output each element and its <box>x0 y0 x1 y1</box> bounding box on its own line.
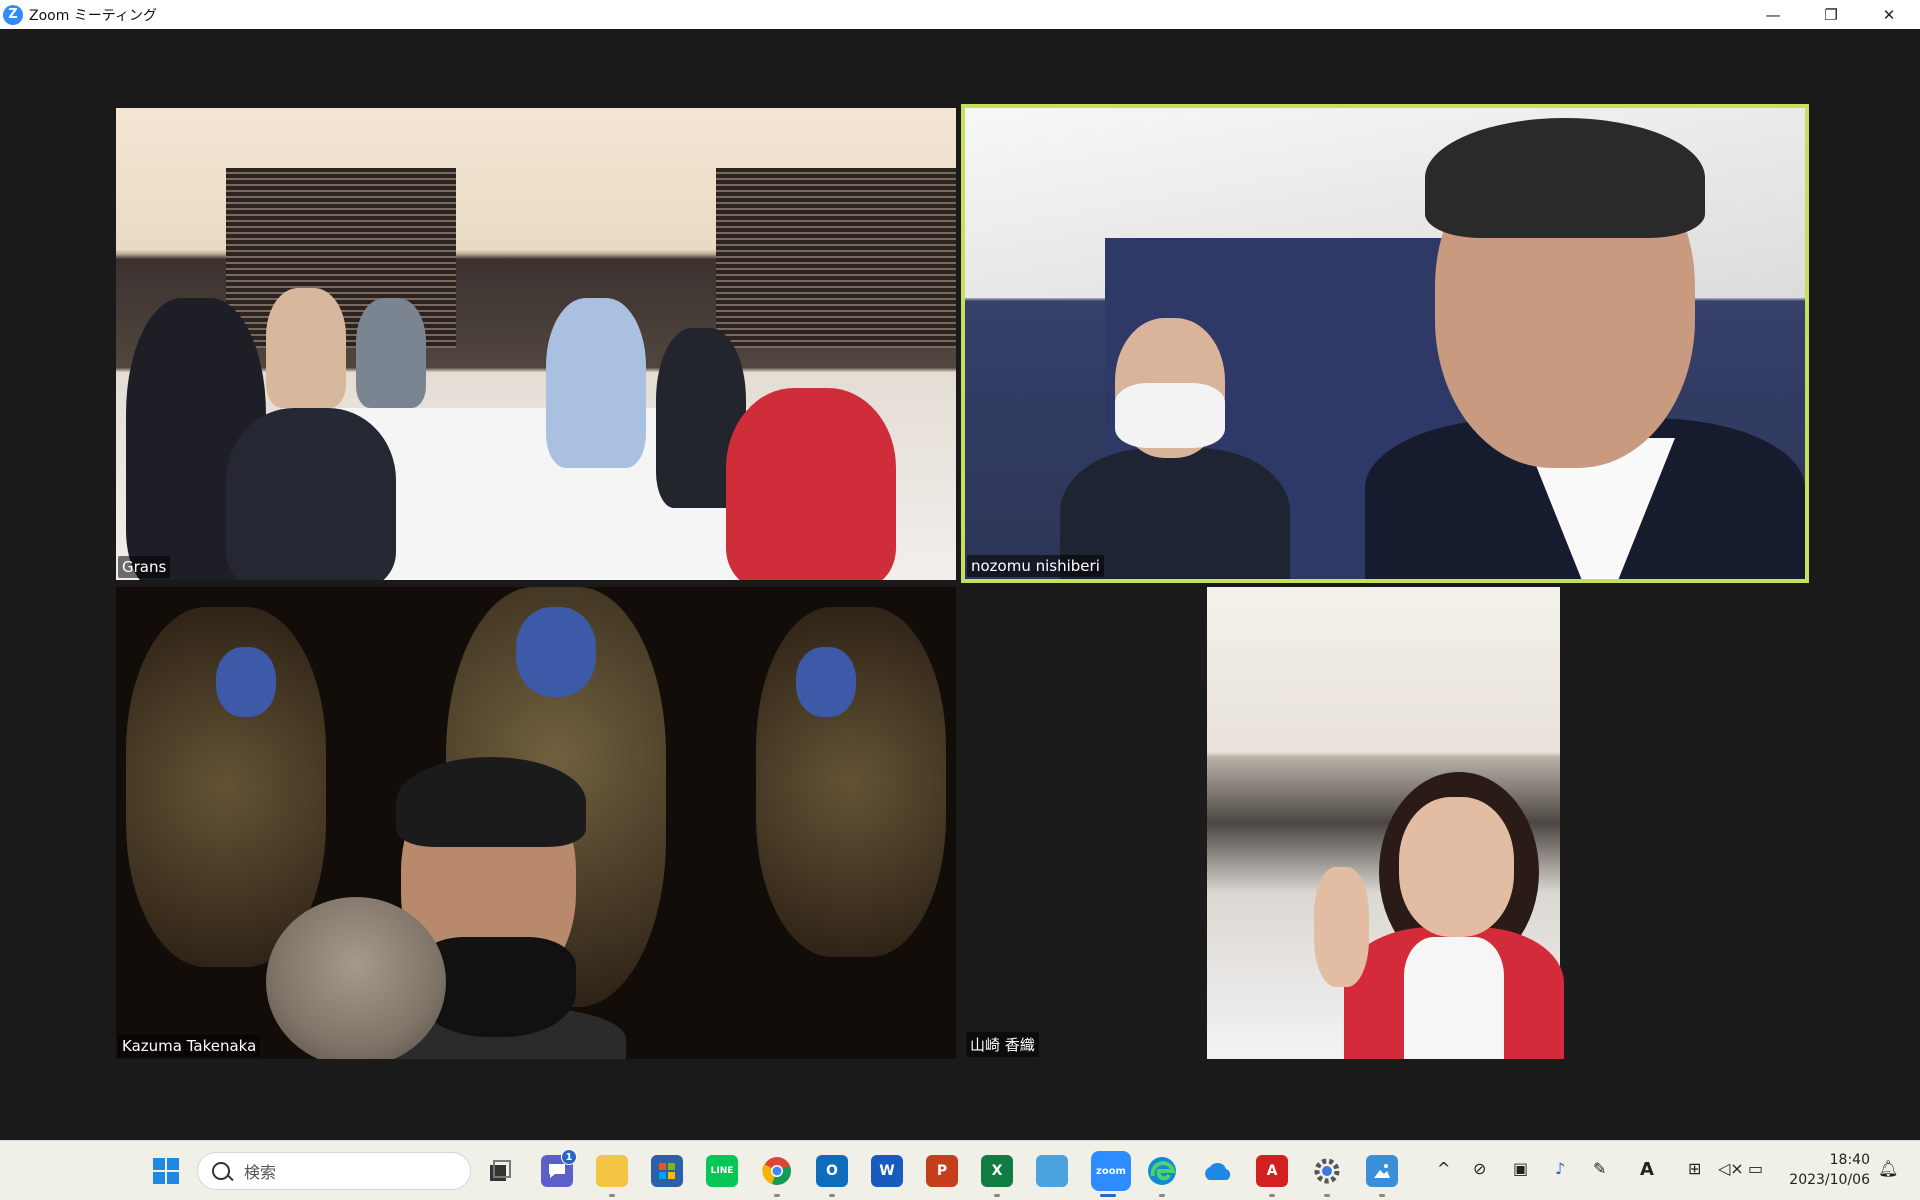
running-indicator <box>774 1194 780 1197</box>
zoom-logo-icon: Z <box>3 4 23 25</box>
clock[interactable]: 18:40 2023/10/06 <box>1785 1150 1870 1190</box>
hair <box>396 757 586 847</box>
title-bar: Z Zoom ミーティング — ❐ ✕ <box>0 0 1920 29</box>
cat <box>266 897 446 1059</box>
running-indicator <box>1324 1194 1330 1197</box>
teams-chat-icon[interactable]: 1 <box>541 1149 577 1187</box>
start-icon[interactable] <box>150 1155 182 1187</box>
search-icon <box>212 1162 230 1180</box>
participant-silhouette <box>226 408 396 580</box>
participant-name: Kazuma Takenaka <box>118 1035 261 1057</box>
hair <box>1425 118 1705 238</box>
microphone-icon[interactable]: ♪ <box>1555 1159 1565 1178</box>
control-panel-icon[interactable] <box>1036 1155 1068 1187</box>
chrome-icon[interactable] <box>761 1155 793 1187</box>
blocked-app-tray-icon[interactable]: ⊘ <box>1473 1159 1486 1178</box>
acrobat-icon[interactable]: A <box>1256 1155 1288 1187</box>
video-tile-nozomu-nishiberi[interactable]: nozomu nishiberi <box>961 104 1809 583</box>
taskbar: 検索 1 LINE O W P X zoom A ^ ⊘ ▣ ♪ ✎ A ⊞ ◁… <box>0 1140 1920 1200</box>
notification-bell-icon[interactable]: 🔔︎ <box>1878 1159 1898 1178</box>
face-mask <box>1115 383 1225 448</box>
network-icon[interactable]: ⊞ <box>1688 1159 1701 1178</box>
search-placeholder: 検索 <box>244 1163 277 1182</box>
onedrive-icon[interactable] <box>1201 1155 1233 1187</box>
powerpoint-icon[interactable]: P <box>926 1155 958 1187</box>
microsoft-store-icon[interactable] <box>651 1155 683 1187</box>
search-input[interactable]: 検索 <box>197 1152 471 1190</box>
edge-icon[interactable] <box>1146 1155 1178 1187</box>
close-button[interactable]: ✕ <box>1860 0 1918 29</box>
video-tile-kazuma-takenaka[interactable]: Kazuma Takenaka <box>116 587 956 1059</box>
minimize-button[interactable]: — <box>1744 0 1802 29</box>
running-indicator <box>994 1194 1000 1197</box>
participant-name: Grans <box>118 556 171 578</box>
statue-face <box>796 647 856 717</box>
video-tile-grans[interactable]: Grans <box>116 108 956 580</box>
ime-mode-icon[interactable]: A <box>1640 1159 1654 1180</box>
running-indicator <box>829 1194 835 1197</box>
task-view-icon[interactable] <box>484 1155 516 1187</box>
statue-face <box>216 647 276 717</box>
participant-silhouette <box>266 288 346 408</box>
window-blinds <box>716 168 956 348</box>
video-feed <box>116 587 956 1059</box>
window-title: Zoom ミーティング <box>29 7 157 24</box>
participant-name: nozomu nishiberi <box>967 555 1104 577</box>
gallery-view: Grans nozomu nishiberi Kazuma Takenaka 山… <box>0 29 1920 1140</box>
gift-tray-icon[interactable]: ▣ <box>1513 1159 1528 1178</box>
peace-sign-hand <box>1314 867 1369 987</box>
show-hidden-icons-chevron-icon[interactable]: ^ <box>1437 1159 1450 1178</box>
photos-icon[interactable] <box>1366 1155 1398 1187</box>
running-indicator <box>1159 1194 1165 1197</box>
video-feed <box>965 108 1805 579</box>
running-indicator <box>1269 1194 1275 1197</box>
video-tile-yamazaki-kaori[interactable]: 山崎 香織 <box>964 587 1804 1059</box>
running-indicator <box>1379 1194 1385 1197</box>
participant-name: 山崎 香織 <box>966 1032 1039 1057</box>
participant-silhouette <box>356 298 426 408</box>
active-indicator <box>1100 1194 1116 1197</box>
zoom-icon[interactable]: zoom <box>1091 1151 1131 1191</box>
restore-button[interactable]: ❐ <box>1802 0 1860 29</box>
video-feed <box>116 108 956 580</box>
participant-silhouette <box>546 298 646 468</box>
statue-face <box>516 607 596 697</box>
clock-date: 2023/10/06 <box>1789 1172 1870 1188</box>
volume-muted-icon[interactable]: ◁× <box>1718 1159 1744 1178</box>
word-icon[interactable]: W <box>871 1155 903 1187</box>
settings-icon[interactable] <box>1311 1155 1343 1187</box>
participant-silhouette <box>1399 797 1514 937</box>
running-indicator <box>609 1194 615 1197</box>
shirt <box>1404 937 1504 1059</box>
tray-app-icon[interactable]: ✎ <box>1593 1159 1606 1178</box>
outlook-icon[interactable]: O <box>816 1155 848 1187</box>
battery-icon[interactable]: ▭ <box>1748 1159 1763 1178</box>
excel-icon[interactable]: X <box>981 1155 1013 1187</box>
line-icon[interactable]: LINE <box>706 1155 738 1187</box>
clock-time: 18:40 <box>1829 1152 1870 1168</box>
notification-badge: 1 <box>561 1149 577 1165</box>
participant-silhouette <box>726 388 896 580</box>
file-explorer-icon[interactable] <box>596 1155 628 1187</box>
